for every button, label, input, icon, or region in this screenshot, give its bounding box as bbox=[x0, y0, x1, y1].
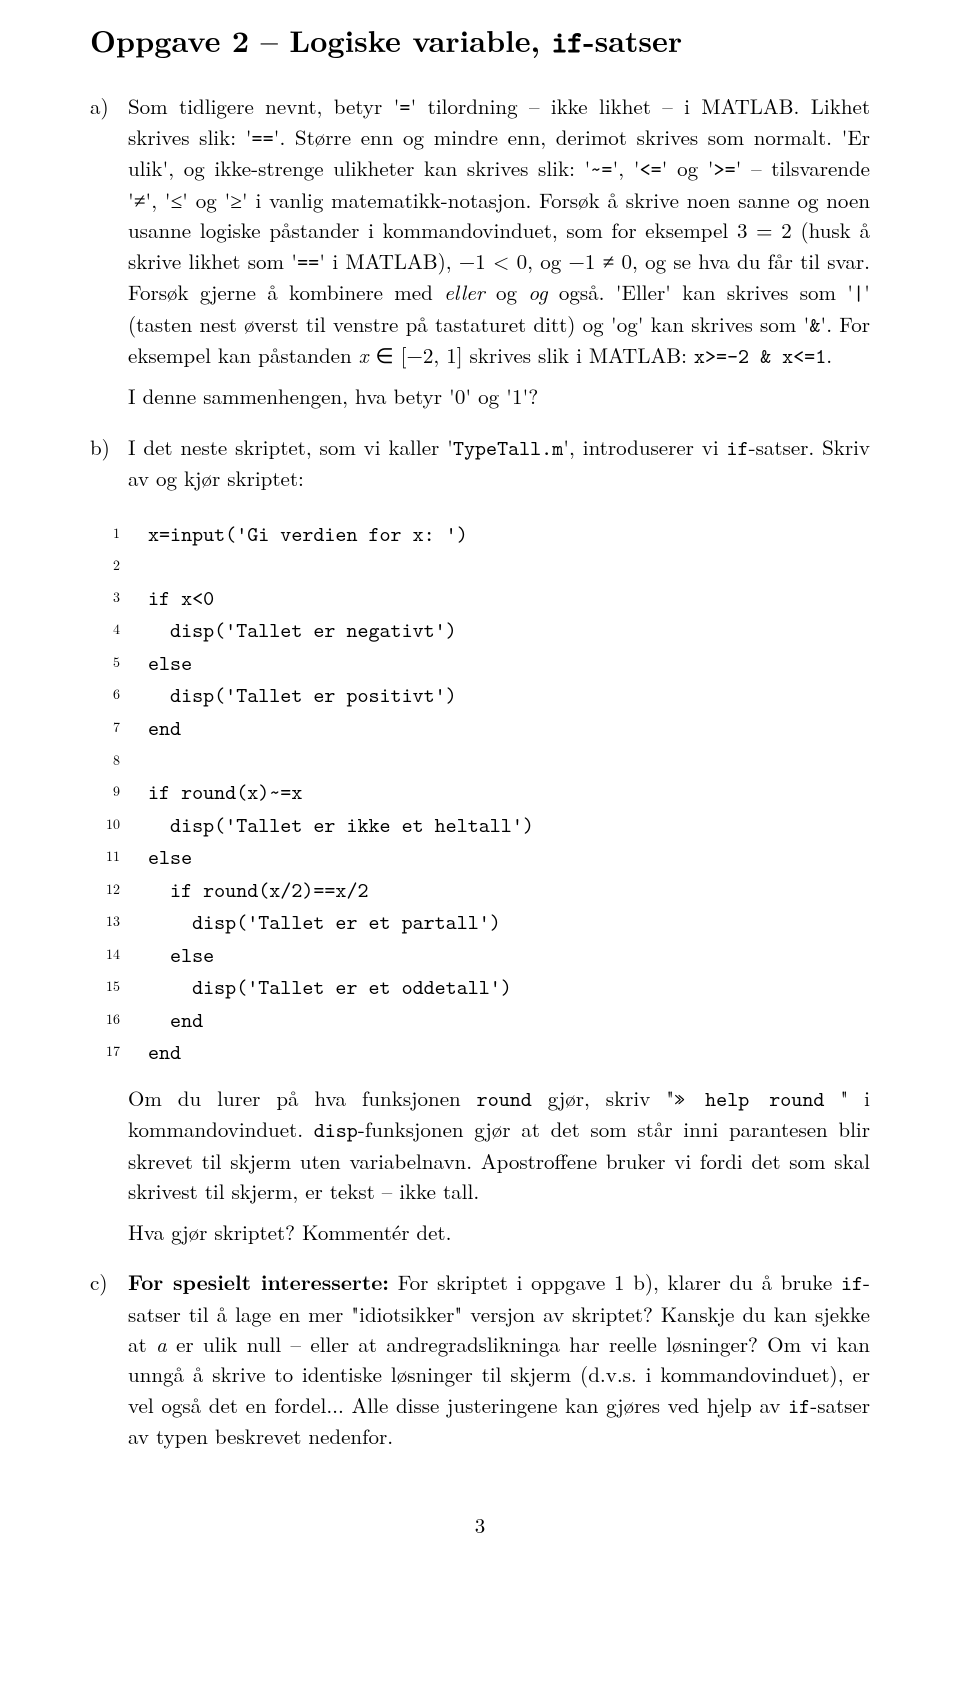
item-b-paragraph-3: Hva gjør skriptet? Kommentér det. bbox=[128, 1217, 870, 1247]
item-body-c: For spesielt interesserte: For skriptet … bbox=[128, 1267, 870, 1462]
item-label-b: b) bbox=[90, 432, 128, 504]
code-text: disp('Tallet er ikke et heltall') bbox=[148, 809, 534, 842]
item-b-paragraph-1: I det neste skriptet, som vi kaller 'Typ… bbox=[128, 432, 870, 494]
exercise-item-b-cont: Om du lurer på hva funksjonen round gjør… bbox=[90, 1083, 870, 1257]
code-text: disp('Tallet er et oddetall') bbox=[148, 971, 512, 1004]
exercise-item-b: b) I det neste skriptet, som vi kaller '… bbox=[90, 432, 870, 504]
code-line: 17end bbox=[90, 1036, 870, 1069]
code-text: else bbox=[148, 841, 192, 874]
code-line: 15 disp('Tallet er et oddetall') bbox=[90, 971, 870, 1004]
line-number: 14 bbox=[90, 939, 148, 972]
code-text: disp('Tallet er positivt') bbox=[148, 679, 457, 712]
item-a-paragraph-2: I denne sammenhengen, hva betyr '0' og '… bbox=[128, 381, 870, 411]
code-line: 5else bbox=[90, 647, 870, 680]
code-text: disp('Tallet er negativt') bbox=[148, 614, 457, 647]
code-text: end bbox=[148, 1036, 181, 1069]
line-number: 3 bbox=[90, 582, 148, 615]
line-number: 10 bbox=[90, 809, 148, 842]
item-body-b: I det neste skriptet, som vi kaller 'Typ… bbox=[128, 432, 870, 504]
exercise-list-continued: Om du lurer på hva funksjonen round gjør… bbox=[90, 1083, 870, 1462]
code-text: if x<0 bbox=[148, 582, 214, 615]
code-line: 8 bbox=[90, 745, 870, 777]
line-number: 12 bbox=[90, 874, 148, 907]
code-line: 9if round(x)~=x bbox=[90, 776, 870, 809]
item-c-paragraph-1: For spesielt interesserte: For skriptet … bbox=[128, 1267, 870, 1452]
code-text: end bbox=[148, 712, 181, 745]
line-number: 2 bbox=[90, 550, 148, 582]
exercise-list: a) Som tidligere nevnt, betyr '=' tilord… bbox=[90, 91, 870, 504]
line-number: 9 bbox=[90, 776, 148, 809]
code-line: 1x=input('Gi verdien for x: ') bbox=[90, 518, 870, 551]
code-line: 2 bbox=[90, 550, 870, 582]
code-block: 1x=input('Gi verdien for x: ')23if x<04 … bbox=[90, 518, 870, 1069]
code-text: disp('Tallet er et partall') bbox=[148, 906, 501, 939]
line-number: 8 bbox=[90, 745, 148, 777]
code-text: if round(x)~=x bbox=[148, 776, 302, 809]
line-number: 11 bbox=[90, 841, 148, 874]
item-b-paragraph-2: Om du lurer på hva funksjonen round gjør… bbox=[128, 1083, 870, 1207]
code-text: if round(x/2)==x/2 bbox=[148, 874, 369, 907]
code-line: 3if x<0 bbox=[90, 582, 870, 615]
line-number: 17 bbox=[90, 1036, 148, 1069]
item-label-a: a) bbox=[90, 91, 128, 422]
item-a-paragraph-1: Som tidligere nevnt, betyr '=' tilordnin… bbox=[128, 91, 870, 372]
item-body-a: Som tidligere nevnt, betyr '=' tilordnin… bbox=[128, 91, 870, 422]
code-text: x=input('Gi verdien for x: ') bbox=[148, 518, 468, 551]
line-number: 15 bbox=[90, 971, 148, 1004]
title-suffix: -satser bbox=[583, 18, 682, 61]
code-line: 12 if round(x/2)==x/2 bbox=[90, 874, 870, 907]
item-body-b-cont: Om du lurer på hva funksjonen round gjør… bbox=[128, 1083, 870, 1257]
code-text: end bbox=[148, 1004, 203, 1037]
code-text: else bbox=[148, 939, 214, 972]
line-number: 7 bbox=[90, 712, 148, 745]
item-label-b-empty bbox=[90, 1083, 128, 1257]
page-title: Oppgave 2 – Logiske variable, if-satser bbox=[90, 18, 870, 65]
title-text: Oppgave 2 – Logiske variable, bbox=[90, 18, 552, 61]
code-line: 11else bbox=[90, 841, 870, 874]
item-label-c: c) bbox=[90, 1267, 128, 1462]
line-number: 6 bbox=[90, 679, 148, 712]
code-line: 13 disp('Tallet er et partall') bbox=[90, 906, 870, 939]
line-number: 4 bbox=[90, 614, 148, 647]
line-number: 16 bbox=[90, 1004, 148, 1037]
code-line: 6 disp('Tallet er positivt') bbox=[90, 679, 870, 712]
code-text: else bbox=[148, 647, 192, 680]
code-line: 14 else bbox=[90, 939, 870, 972]
code-line: 7end bbox=[90, 712, 870, 745]
code-line: 4 disp('Tallet er negativt') bbox=[90, 614, 870, 647]
exercise-item-c: c) For spesielt interesserte: For skript… bbox=[90, 1267, 870, 1462]
code-line: 10 disp('Tallet er ikke et heltall') bbox=[90, 809, 870, 842]
code-line: 16 end bbox=[90, 1004, 870, 1037]
line-number: 5 bbox=[90, 647, 148, 680]
page-number: 3 bbox=[90, 1510, 870, 1540]
line-number: 1 bbox=[90, 518, 148, 551]
title-tt: if bbox=[552, 23, 584, 62]
exercise-item-a: a) Som tidligere nevnt, betyr '=' tilord… bbox=[90, 91, 870, 422]
line-number: 13 bbox=[90, 906, 148, 939]
